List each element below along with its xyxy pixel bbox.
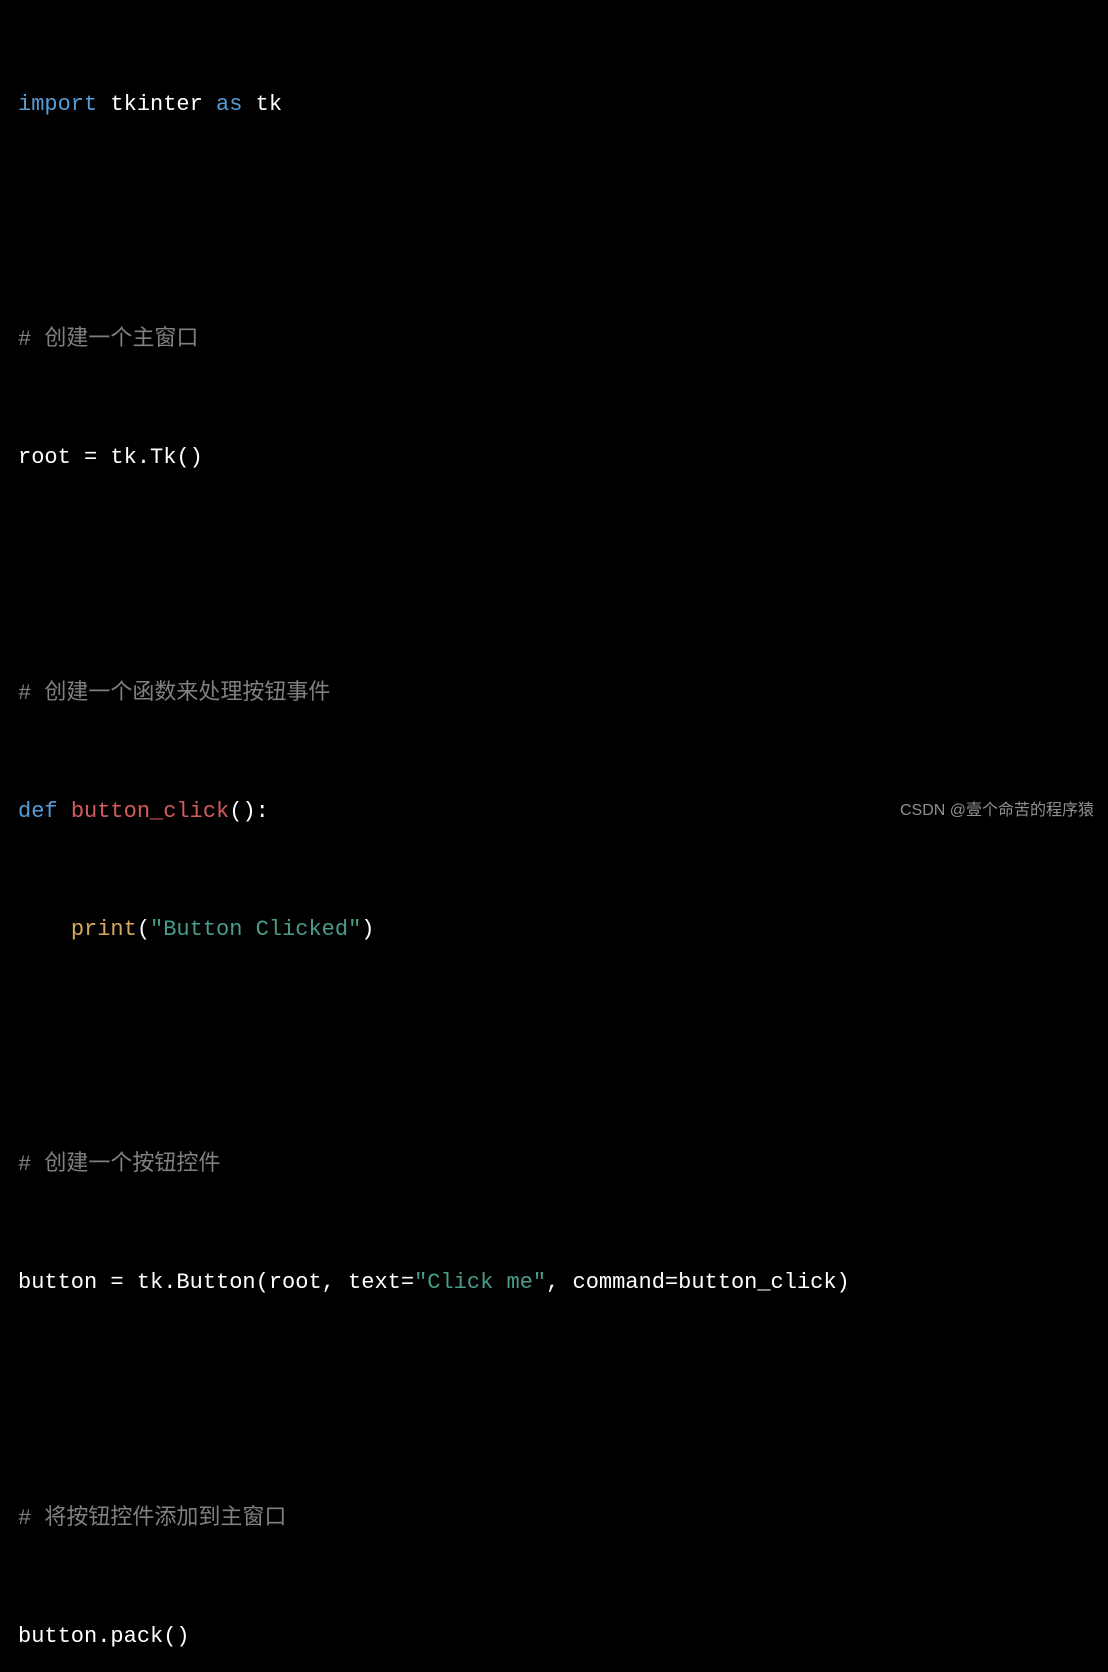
code-line-blank bbox=[18, 1023, 1090, 1071]
comment: # 创建一个函数来处理按钮事件 bbox=[18, 676, 330, 711]
code-line-14: button.pack() bbox=[18, 1613, 1090, 1661]
keyword-import: import bbox=[18, 87, 97, 122]
code-text: , command=button_click) bbox=[546, 1265, 850, 1300]
string-literal: "Click me" bbox=[414, 1265, 546, 1300]
keyword-def: def bbox=[18, 794, 58, 829]
code-line-10: # 创建一个按钮控件 bbox=[18, 1141, 1090, 1189]
parentheses: (): bbox=[229, 794, 269, 829]
code-line-8: print("Button Clicked") bbox=[18, 906, 1090, 954]
paren-close: ) bbox=[361, 912, 374, 947]
module-name: tkinter bbox=[97, 87, 216, 122]
code-text: button = tk.Button(root, text= bbox=[18, 1265, 414, 1300]
code-block: import tkinter as tk # 创建一个主窗口 root = tk… bbox=[18, 10, 1090, 1672]
watermark-text: CSDN @壹个命苦的程序猿 bbox=[900, 798, 1094, 824]
code-text: root = tk.Tk() bbox=[18, 440, 203, 475]
indent bbox=[18, 912, 71, 947]
code-line-blank bbox=[18, 198, 1090, 246]
code-line-11: button = tk.Button(root, text="Click me"… bbox=[18, 1259, 1090, 1307]
comment: # 创建一个主窗口 bbox=[18, 322, 198, 357]
comment: # 将按钮控件添加到主窗口 bbox=[18, 1501, 286, 1536]
code-line-1: import tkinter as tk bbox=[18, 80, 1090, 128]
code-line-4: root = tk.Tk() bbox=[18, 434, 1090, 482]
code-line-13: # 将按钮控件添加到主窗口 bbox=[18, 1495, 1090, 1543]
function-call: print bbox=[71, 912, 137, 947]
space bbox=[58, 794, 71, 829]
alias-name: tk bbox=[242, 87, 282, 122]
function-name: button_click bbox=[71, 794, 229, 829]
code-line-3: # 创建一个主窗口 bbox=[18, 316, 1090, 364]
code-text: button.pack() bbox=[18, 1619, 190, 1654]
comment: # 创建一个按钮控件 bbox=[18, 1147, 220, 1182]
code-line-blank bbox=[18, 552, 1090, 600]
code-line-blank bbox=[18, 1377, 1090, 1425]
code-line-6: # 创建一个函数来处理按钮事件 bbox=[18, 670, 1090, 718]
keyword-as: as bbox=[216, 87, 242, 122]
paren-open: ( bbox=[137, 912, 150, 947]
string-literal: "Button Clicked" bbox=[150, 912, 361, 947]
